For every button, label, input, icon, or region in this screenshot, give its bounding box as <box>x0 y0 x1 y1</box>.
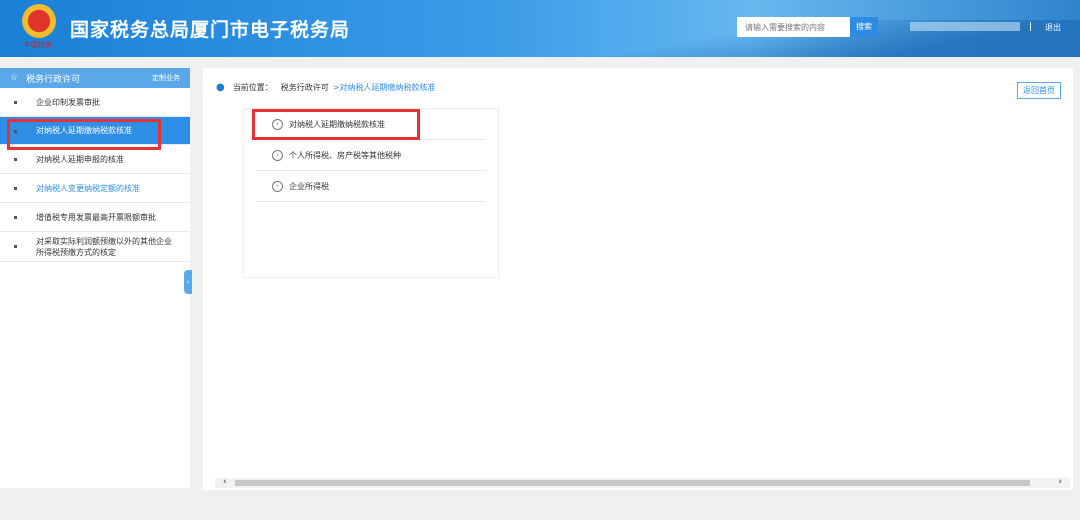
breadcrumb-label: 当前位置： <box>232 83 273 92</box>
scrollbar-thumb[interactable] <box>235 480 1030 486</box>
search-button[interactable]: 搜索 <box>850 17 878 37</box>
scroll-right-icon[interactable]: › <box>1058 477 1062 487</box>
highlight-box <box>252 109 420 140</box>
breadcrumb-root[interactable]: 税务行政许可 <box>281 82 329 93</box>
site-title: 国家税务总局厦门市电子税务局 <box>70 19 351 41</box>
scroll-left-icon[interactable]: ‹ <box>223 477 227 487</box>
location-pin-icon: ● <box>216 82 225 93</box>
sidebar-item[interactable]: 企业印制发票审批 <box>0 88 190 117</box>
header: 中国税务 国家税务总局厦门市电子税务局 搜索 退出 <box>0 0 1080 57</box>
logout-link[interactable]: 退出 <box>1045 22 1061 33</box>
chevron-right-circle-icon: › <box>272 149 283 161</box>
option-item[interactable]: › 企业所得税 <box>256 171 486 202</box>
customize-link[interactable]: 定制业务 <box>152 73 180 83</box>
divider <box>1030 22 1031 31</box>
sidebar-item[interactable]: 对采取实际利润额预缴以外的其他企业所得税预缴方式的核定 <box>0 232 190 262</box>
collapse-sidebar-handle[interactable]: ‹ <box>184 270 192 294</box>
sidebar-item[interactable]: 增值税专用发票最高开票限额审批 <box>0 203 190 232</box>
emblem-caption: 中国税务 <box>24 41 52 49</box>
sidebar-item[interactable]: 对纳税人变更纳税定额的核准 <box>0 174 190 203</box>
sidebar-title: 税务行政许可 <box>26 74 81 85</box>
sidebar-header: ☆ 税务行政许可 定制业务 <box>0 68 190 88</box>
option-item[interactable]: › 个人所得税、房产税等其他税种 <box>256 140 486 171</box>
back-home-button[interactable]: 返回首页 <box>1017 82 1061 99</box>
option-label: 企业所得税 <box>289 181 329 191</box>
option-label: 个人所得税、房产税等其他税种 <box>289 150 401 160</box>
horizontal-scrollbar[interactable]: ‹ › <box>215 477 1070 488</box>
breadcrumb-current: >对纳税人延期缴纳税款核准 <box>332 83 436 92</box>
breadcrumb: ● 当前位置： 税务行政许可 >对纳税人延期缴纳税款核准 <box>216 82 435 93</box>
highlight-box <box>7 119 161 150</box>
search-input[interactable] <box>737 17 850 37</box>
chevron-right-circle-icon: › <box>272 180 283 192</box>
tax-emblem-logo <box>22 4 56 38</box>
user-info-redacted <box>910 22 1020 31</box>
star-icon: ☆ <box>10 73 19 83</box>
